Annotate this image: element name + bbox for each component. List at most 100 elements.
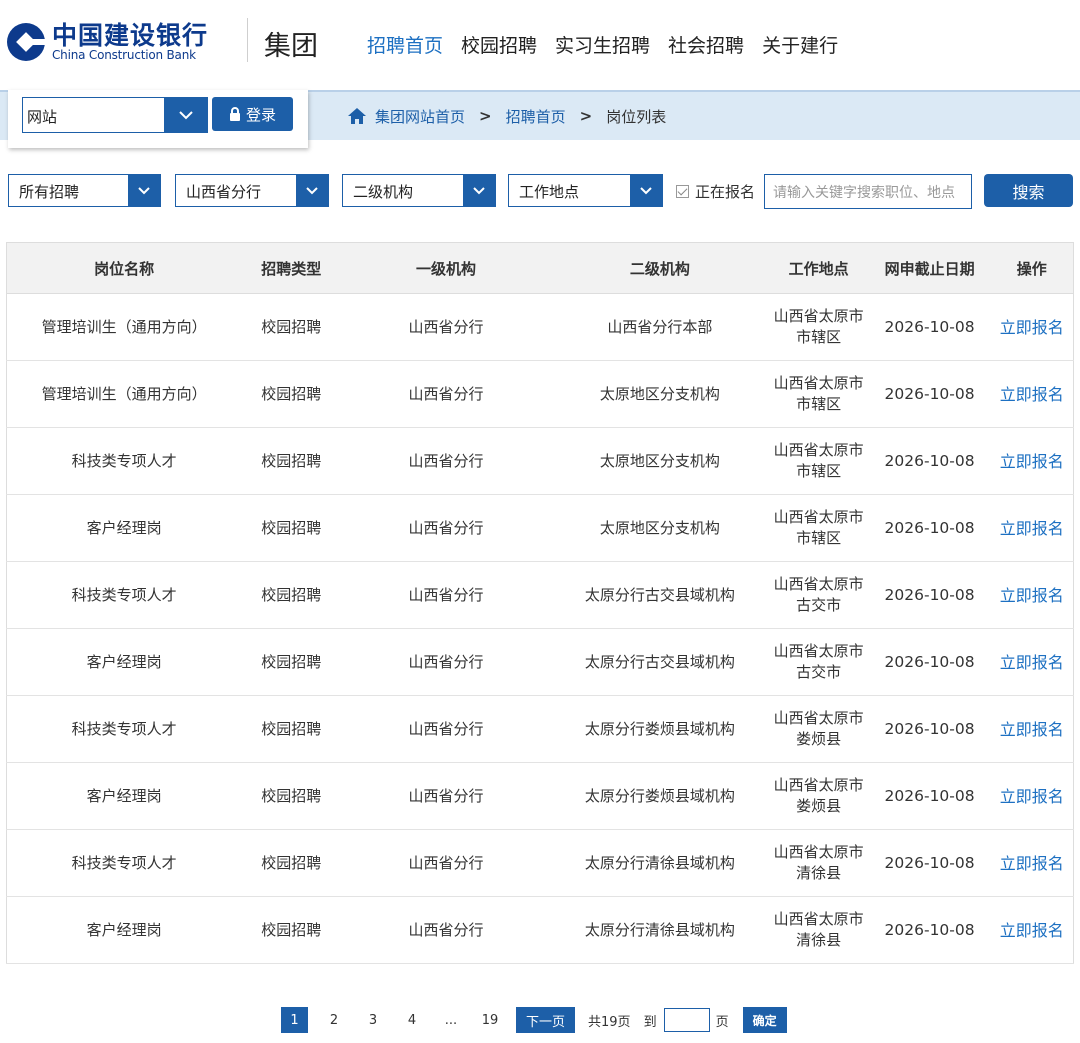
header-divider [247, 18, 248, 62]
cell-org2: 太原分行娄烦县域机构 [550, 695, 769, 763]
cell-title: 科技类专项人才 [6, 561, 242, 629]
cell-location: 山西省太原市 市辖区 [768, 494, 869, 562]
apply-link[interactable]: 立即报名 [990, 896, 1074, 964]
cell-location-line2: 市辖区 [796, 395, 842, 413]
page-3[interactable]: 3 [360, 1007, 386, 1033]
goto-suffix: 页 [715, 1014, 729, 1030]
cell-title: 科技类专项人才 [6, 829, 242, 897]
next-page-button[interactable]: 下一页 [516, 1007, 576, 1033]
cell-location-line2: 古交市 [796, 596, 842, 614]
nav-social[interactable]: 社会招聘 [668, 31, 744, 58]
breadcrumb-home-link[interactable]: 集团网站首页 [375, 106, 465, 127]
table-row[interactable]: 科技类专项人才 校园招聘 山西省分行 太原地区分支机构 山西省太原市 市辖区 2026-10… [6, 427, 1074, 495]
search-button[interactable]: 搜索 [984, 174, 1073, 207]
cell-type: 校园招聘 [241, 561, 342, 629]
recruit-type-select[interactable]: 所有招聘 [8, 174, 161, 207]
table-row[interactable]: 管理培训生（通用方向） 校园招聘 山西省分行 太原地区分支机构 山西省太原市 市辖区 202… [6, 360, 1074, 428]
location-select[interactable]: 工作地点 [508, 174, 663, 207]
cell-title: 科技类专项人才 [6, 427, 242, 495]
cell-location: 山西省太原市 清徐县 [768, 829, 869, 897]
page-last[interactable]: 19 [477, 1007, 503, 1033]
cell-location: 山西省太原市 市辖区 [768, 360, 869, 428]
nav-recruit-home[interactable]: 招聘首页 [367, 31, 443, 58]
col-header-type: 招聘类型 [241, 242, 342, 294]
cell-org1: 山西省分行 [341, 628, 551, 696]
apply-link[interactable]: 立即报名 [990, 762, 1074, 830]
open-only-toggle[interactable]: 正在报名 [676, 181, 755, 202]
cell-title: 客户经理岗 [6, 896, 242, 964]
table-row[interactable]: 科技类专项人才 校园招聘 山西省分行 太原分行清徐县域机构 山西省太原市 清徐县 2026-… [6, 829, 1074, 897]
table-row[interactable]: 科技类专项人才 校园招聘 山西省分行 太原分行古交县域机构 山西省太原市 古交市 2026-… [6, 561, 1074, 629]
cell-location: 山西省太原市 市辖区 [768, 427, 869, 495]
apply-link[interactable]: 立即报名 [990, 293, 1074, 361]
group-label[interactable]: 集团 [264, 24, 318, 63]
ccb-logo-icon [7, 23, 46, 61]
keyword-search-input[interactable]: 请输入关键字搜索职位、地点 [764, 174, 972, 209]
nav-intern[interactable]: 实习生招聘 [555, 31, 650, 58]
page-2[interactable]: 2 [321, 1007, 347, 1033]
cell-type: 校园招聘 [241, 829, 342, 897]
cell-title: 管理培训生（通用方向） [6, 360, 242, 428]
table-row[interactable]: 客户经理岗 校园招聘 山西省分行 太原分行娄烦县域机构 山西省太原市 娄烦县 2026-10… [6, 762, 1074, 830]
cell-location-line1: 山西省太原市 [773, 508, 864, 526]
apply-link[interactable]: 立即报名 [990, 561, 1074, 629]
cell-org2: 太原分行古交县域机构 [550, 628, 769, 696]
col-header-deadline: 网申截止日期 [868, 242, 991, 294]
apply-link[interactable]: 立即报名 [990, 628, 1074, 696]
job-table: 岗位名称 招聘类型 一级机构 二级机构 工作地点 网申截止日期 操作 管理培训生… [6, 242, 1074, 964]
breadcrumb-current: 岗位列表 [606, 107, 667, 126]
chevron-down-icon[interactable] [630, 175, 662, 206]
job-table-body: 管理培训生（通用方向） 校园招聘 山西省分行 山西省分行本部 山西省太原市 市辖区 2026… [6, 293, 1074, 964]
table-row[interactable]: 科技类专项人才 校园招聘 山西省分行 太原分行娄烦县域机构 山西省太原市 娄烦县 2026-… [6, 695, 1074, 763]
table-row[interactable]: 客户经理岗 校园招聘 山西省分行 太原分行古交县域机构 山西省太原市 古交市 2026-10… [6, 628, 1074, 696]
page-ellipsis: ... [444, 1012, 458, 1028]
col-header-location: 工作地点 [768, 242, 869, 294]
chevron-down-icon[interactable] [128, 175, 160, 206]
brand-name-cn: 中国建设银行 [52, 20, 209, 50]
page-4[interactable]: 4 [399, 1007, 425, 1033]
cell-deadline: 2026-10-08 [868, 896, 991, 964]
chevron-down-icon[interactable] [164, 98, 207, 132]
cell-deadline: 2026-10-08 [868, 829, 991, 897]
cell-location-line2: 娄烦县 [796, 730, 842, 748]
login-button-label: 登录 [245, 105, 276, 124]
cell-location-line1: 山西省太原市 [773, 575, 864, 593]
cell-title: 管理培训生（通用方向） [6, 293, 242, 361]
level2-org-select[interactable]: 二级机构 [342, 174, 496, 207]
home-icon [348, 108, 366, 124]
table-row[interactable]: 客户经理岗 校园招聘 山西省分行 太原地区分支机构 山西省太原市 市辖区 2026-10-0… [6, 494, 1074, 562]
chevron-down-icon[interactable] [463, 175, 495, 206]
cell-deadline: 2026-10-08 [868, 561, 991, 629]
apply-link[interactable]: 立即报名 [990, 494, 1074, 562]
apply-link[interactable]: 立即报名 [990, 360, 1074, 428]
chevron-down-icon[interactable] [296, 175, 328, 206]
level1-org-select[interactable]: 山西省分行 [175, 174, 329, 207]
apply-link[interactable]: 立即报名 [990, 695, 1074, 763]
goto-confirm-button[interactable]: 确定 [742, 1007, 787, 1033]
ccb-logo[interactable]: 中国建设银行 China Construction Bank [6, 22, 208, 62]
open-only-checkbox[interactable] [676, 185, 689, 198]
apply-link[interactable]: 立即报名 [990, 829, 1074, 897]
table-row[interactable]: 管理培训生（通用方向） 校园招聘 山西省分行 山西省分行本部 山西省太原市 市辖区 2026… [6, 293, 1074, 361]
total-pages: 共19页 [588, 1014, 631, 1030]
cell-org2: 太原地区分支机构 [550, 494, 769, 562]
site-select[interactable]: 网站 [22, 97, 208, 133]
lock-icon [229, 107, 240, 121]
cell-type: 校园招聘 [241, 293, 342, 361]
login-button[interactable]: 登录 [212, 97, 293, 131]
cell-type: 校园招聘 [241, 494, 342, 562]
page-1[interactable]: 1 [281, 1007, 308, 1033]
goto-prefix: 到 [643, 1014, 657, 1030]
cell-deadline: 2026-10-08 [868, 494, 991, 562]
table-row[interactable]: 客户经理岗 校园招聘 山西省分行 太原分行清徐县域机构 山西省太原市 清徐县 2026-10… [6, 896, 1074, 964]
cell-location-line2: 娄烦县 [796, 797, 842, 815]
breadcrumb-recruit-link[interactable]: 招聘首页 [506, 106, 566, 127]
cell-org1: 山西省分行 [341, 762, 551, 830]
goto-page-input[interactable] [663, 1008, 710, 1032]
cell-type: 校园招聘 [241, 695, 342, 763]
cell-location-line2: 市辖区 [796, 462, 842, 480]
cell-org2: 太原分行古交县域机构 [550, 561, 769, 629]
nav-about[interactable]: 关于建行 [762, 31, 838, 58]
apply-link[interactable]: 立即报名 [990, 427, 1074, 495]
nav-campus[interactable]: 校园招聘 [461, 31, 537, 58]
